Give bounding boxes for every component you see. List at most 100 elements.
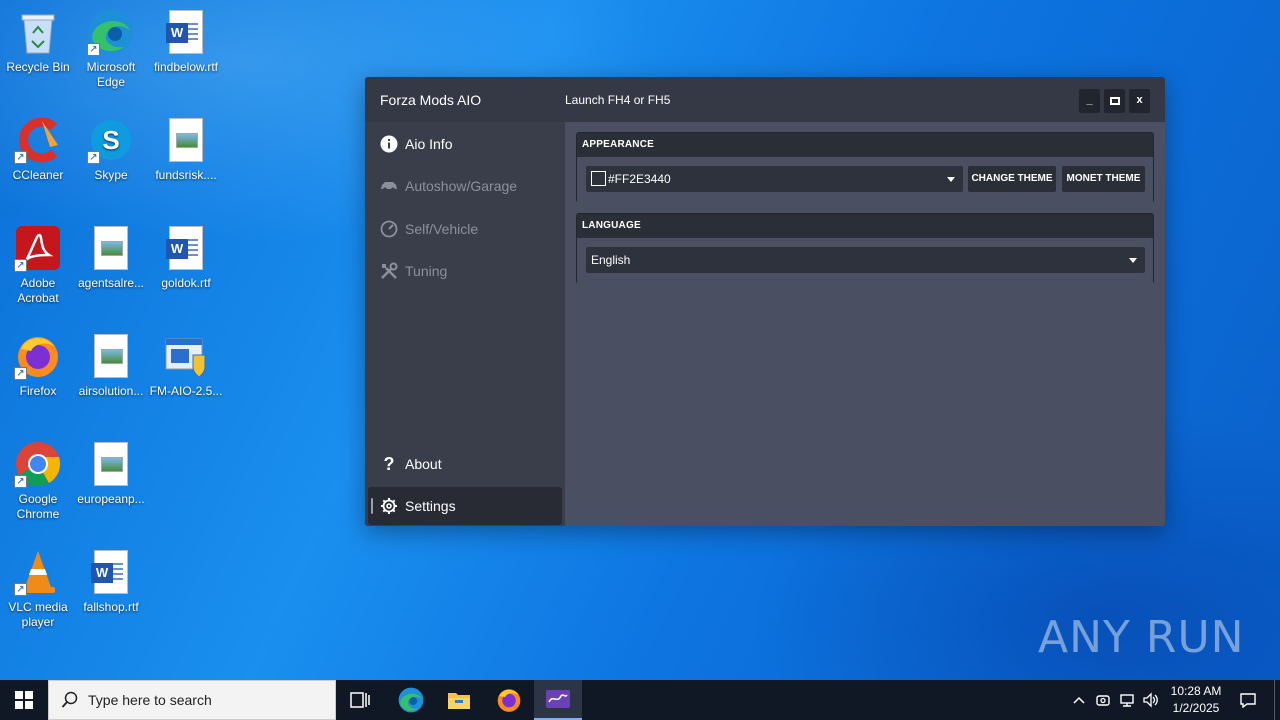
ccleaner-icon: ↗ — [14, 116, 62, 164]
sidebar-item-label: Self/Vehicle — [405, 221, 479, 237]
show-hidden-icons-button[interactable] — [1068, 680, 1090, 720]
sidebar-item-autoshow-garage[interactable]: Autoshow/Garage — [368, 167, 562, 205]
change-theme-button[interactable]: CHANGE THEME — [968, 166, 1056, 192]
network-icon — [1120, 694, 1134, 707]
desktop-icon-fm-aio[interactable]: FM-AIO-2.5... — [148, 332, 224, 399]
taskbar-firefox[interactable] — [485, 680, 533, 720]
desktop-icon-vlc[interactable]: ↗ VLC media player — [0, 548, 76, 630]
desktop-icon-fundsrisk[interactable]: fundsrisk.... — [148, 116, 224, 183]
sidebar-item-about[interactable]: ? About — [368, 445, 562, 483]
desktop-icon-label: Firefox — [19, 384, 57, 398]
sidebar-item-label: Settings — [405, 498, 456, 514]
desktop-icon-google-chrome[interactable]: ↗ Google Chrome — [0, 440, 76, 522]
minimize-button[interactable]: _ — [1079, 89, 1100, 113]
desktop-icon-recycle-bin[interactable]: Recycle Bin — [0, 8, 76, 75]
sidebar-item-tuning[interactable]: Tuning — [368, 252, 562, 290]
tools-icon — [379, 261, 399, 281]
installer-icon — [162, 332, 210, 380]
word-document-icon: W — [87, 548, 135, 596]
notification-icon — [1240, 693, 1256, 708]
desktop-icon-firefox[interactable]: ↗ Firefox — [0, 332, 76, 399]
sidebar: Aio Info Autoshow/Garage Self/Vehicle Tu… — [365, 122, 565, 526]
desktop-icon-microsoft-edge[interactable]: ↗ Microsoft Edge — [73, 8, 149, 90]
task-view-icon — [350, 692, 370, 708]
taskbar-file-explorer[interactable] — [435, 680, 483, 720]
image-document-icon — [162, 116, 210, 164]
sidebar-item-settings[interactable]: Settings — [368, 487, 562, 525]
taskbar-forza-mods-aio[interactable] — [534, 680, 582, 720]
language-body: English — [577, 238, 1153, 307]
desktop-icon-findbelow[interactable]: W findbelow.rtf — [148, 8, 224, 75]
desktop-icon-label: fundsrisk.... — [155, 168, 217, 182]
desktop-icon-label: Recycle Bin — [6, 60, 70, 74]
shortcut-arrow-icon: ↗ — [87, 43, 100, 56]
taskbar-edge[interactable] — [387, 680, 435, 720]
shortcut-arrow-icon: ↗ — [14, 259, 27, 272]
desktop-icon-europeanp[interactable]: europeanp... — [73, 440, 149, 507]
desktop-icon-label: goldok.rtf — [161, 276, 211, 290]
search-icon — [61, 691, 78, 708]
edge-icon — [398, 687, 424, 713]
word-document-icon: W — [162, 8, 210, 56]
acrobat-icon: ↗ — [14, 224, 62, 272]
sidebar-item-label: Aio Info — [405, 136, 453, 152]
desktop-icon-label: Skype — [94, 168, 128, 182]
sidebar-item-label: Autoshow/Garage — [405, 178, 518, 194]
volume-button[interactable] — [1140, 680, 1162, 720]
language-value: English — [591, 253, 631, 267]
svg-text:S: S — [102, 125, 119, 155]
taskbar-search-box[interactable]: Type here to search — [48, 680, 336, 720]
recycle-bin-icon — [14, 8, 62, 56]
image-document-icon — [87, 332, 135, 380]
sidebar-item-label: About — [405, 456, 442, 472]
desktop-icon-airsolution[interactable]: airsolution... — [73, 332, 149, 399]
shortcut-arrow-icon: ↗ — [14, 151, 27, 164]
action-center-button[interactable] — [1234, 680, 1262, 720]
desktop-icon-label: Google Chrome — [16, 492, 60, 521]
desktop-icon-label: Adobe Acrobat — [17, 276, 59, 305]
question-mark-icon: ? — [383, 453, 395, 474]
appearance-panel: APPEARANCE #FF2E3440 CHANGE THEME MONET … — [576, 132, 1154, 226]
sidebar-item-aio-info[interactable]: Aio Info — [368, 125, 562, 163]
desktop-icon-ccleaner[interactable]: ↗ CCleaner — [0, 116, 76, 183]
active-indicator — [371, 498, 373, 514]
show-desktop-divider[interactable] — [1274, 680, 1275, 720]
car-icon — [379, 176, 399, 196]
chevron-down-icon — [947, 177, 955, 182]
word-document-icon: W — [162, 224, 210, 272]
network-button[interactable] — [1116, 680, 1138, 720]
monet-theme-button[interactable]: MONET THEME — [1062, 166, 1145, 192]
language-panel: LANGUAGE English — [576, 213, 1154, 307]
theme-color-value: #FF2E3440 — [608, 172, 671, 186]
task-view-button[interactable] — [336, 680, 384, 720]
maximize-button[interactable] — [1104, 89, 1125, 113]
clock-date: 1/2/2025 — [1172, 701, 1220, 715]
chevron-down-icon — [1129, 258, 1137, 263]
app-title: Forza Mods AIO — [380, 92, 482, 108]
meet-now-button[interactable] — [1092, 680, 1114, 720]
shortcut-arrow-icon: ↗ — [14, 475, 27, 488]
window-titlebar[interactable]: Forza Mods AIO Launch FH4 or FH5 _ x — [365, 77, 1165, 122]
info-icon — [379, 134, 399, 154]
sidebar-item-self-vehicle[interactable]: Self/Vehicle — [368, 210, 562, 248]
taskbar-clock[interactable]: 10:28 AM 1/2/2025 — [1160, 683, 1232, 717]
shortcut-arrow-icon: ↗ — [87, 151, 100, 164]
desktop-icon-label: airsolution... — [78, 384, 144, 398]
desktop-icon-goldok[interactable]: W goldok.rtf — [148, 224, 224, 291]
start-button[interactable] — [0, 680, 48, 720]
appearance-header: APPEARANCE — [577, 133, 1153, 157]
speaker-icon — [1143, 692, 1158, 708]
language-select[interactable]: English — [586, 247, 1145, 273]
desktop-icon-label: agentsalre... — [77, 276, 145, 290]
theme-color-select[interactable]: #FF2E3440 — [586, 166, 963, 192]
firefox-icon — [497, 689, 521, 712]
shortcut-arrow-icon: ↗ — [14, 367, 27, 380]
desktop-icon-agentsalre[interactable]: agentsalre... — [73, 224, 149, 291]
close-button[interactable]: x — [1129, 89, 1150, 113]
anyrun-watermark: ANY RUN — [1038, 612, 1245, 663]
desktop-icon-adobe-acrobat[interactable]: ↗ Adobe Acrobat — [0, 224, 76, 306]
windows-logo-icon — [15, 691, 33, 709]
desktop-icon-fallshop[interactable]: W fallshop.rtf — [73, 548, 149, 615]
desktop-icon-skype[interactable]: S ↗ Skype — [73, 116, 149, 183]
sidebar-item-label: Tuning — [405, 263, 448, 279]
